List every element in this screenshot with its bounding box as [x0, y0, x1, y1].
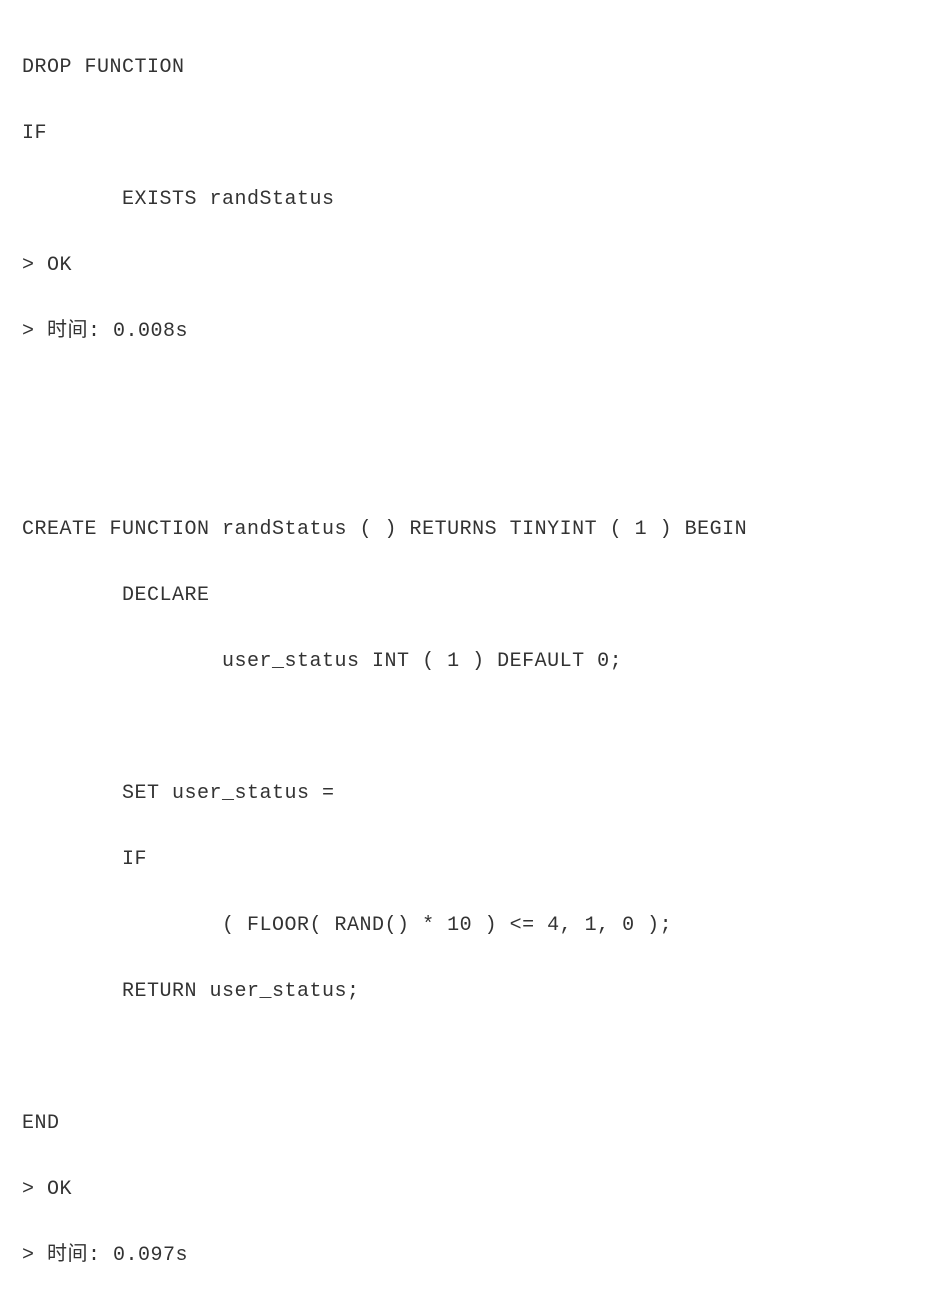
sql-line: DROP FUNCTION: [22, 51, 929, 84]
sql-line: ( FLOOR( RAND() * 10 ) <= 4, 1, 0 );: [22, 909, 929, 942]
sql-line: user_status INT ( 1 ) DEFAULT 0;: [22, 645, 929, 678]
sql-line: IF: [22, 843, 929, 876]
sql-line: RETURN user_status;: [22, 975, 929, 1008]
sql-output-console: DROP FUNCTION IF EXISTS randStatus > OK …: [22, 18, 929, 1305]
sql-line: IF: [22, 117, 929, 150]
result-status: > OK: [22, 249, 929, 282]
sql-line: [22, 711, 929, 744]
result-status: > OK: [22, 1173, 929, 1206]
sql-line: SET user_status =: [22, 777, 929, 810]
sql-line: CREATE FUNCTION randStatus ( ) RETURNS T…: [22, 513, 929, 546]
sql-line: END: [22, 1107, 929, 1140]
blank-line: [22, 381, 929, 414]
sql-line: DECLARE: [22, 579, 929, 612]
blank-line: [22, 447, 929, 480]
sql-line: [22, 1041, 929, 1074]
sql-line: EXISTS randStatus: [22, 183, 929, 216]
result-time: > 时间: 0.008s: [22, 315, 929, 348]
result-time: > 时间: 0.097s: [22, 1239, 929, 1272]
